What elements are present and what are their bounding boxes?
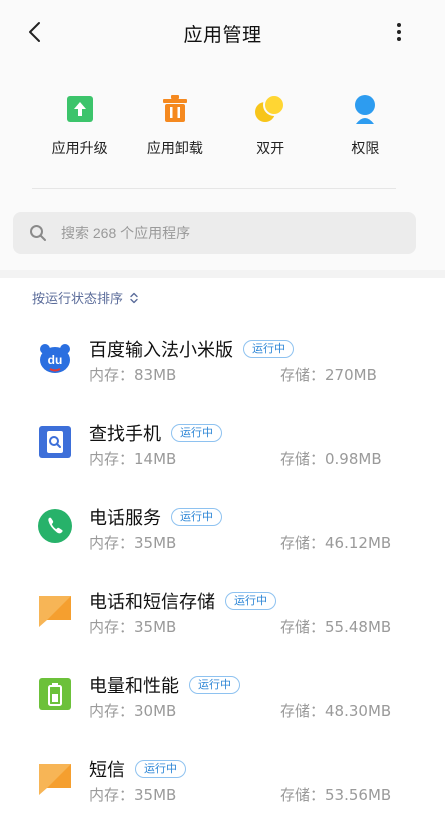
permission-icon [355,95,376,124]
sort-toggle[interactable]: 按运行状态排序 [32,288,139,307]
running-badge: 运行中 [243,340,294,358]
message-storage-icon [39,596,71,627]
app-row-message-storage[interactable]: 电话和短信存储 运行中 内存：35MB 存储：55.48MB [0,574,445,658]
memory-usage: 内存：35MB [89,618,177,636]
app-row-find-phone[interactable]: 查找手机 运行中 内存：14MB 存储：0.98MB [0,406,445,490]
app-row-baidu-input[interactable]: du 百度输入法小米版 运行中 内存：83MB 存储：270MB [0,322,445,406]
storage-usage: 存储：0.98MB [280,450,382,468]
app-name: 电话服务 [89,508,161,529]
search-icon [30,225,46,241]
dual-app-button[interactable]: 双开 [227,92,313,158]
upgrade-icon [66,96,93,122]
storage-usage: 存储：46.12MB [280,534,392,552]
running-badge: 运行中 [189,676,240,694]
phone-service-icon [38,509,72,543]
divider [32,188,396,189]
search-input[interactable] [61,212,401,254]
app-name: 短信 [89,760,125,781]
memory-usage: 内存：35MB [89,534,177,552]
svg-text:du: du [48,353,63,367]
sort-label: 按运行状态排序 [32,292,124,307]
app-list: du 百度输入法小米版 运行中 内存：83MB 存储：270MB 查找手机 运行… [0,322,445,826]
app-name: 百度输入法小米版 [89,340,233,361]
header-bar: 应用管理 [0,0,445,64]
app-row-sms[interactable]: 短信 运行中 内存：35MB 存储：53.56MB [0,742,445,826]
storage-usage: 存储：53.56MB [280,786,392,804]
upgrade-label: 应用升级 [51,141,108,157]
running-badge: 运行中 [171,508,222,526]
app-name: 电量和性能 [89,676,179,697]
search-box[interactable] [13,212,416,254]
memory-usage: 内存：30MB [89,702,177,720]
app-row-phone-service[interactable]: 电话服务 运行中 内存：35MB 存储：46.12MB [0,490,445,574]
uninstall-button[interactable]: 应用卸载 [132,92,218,158]
memory-usage: 内存：14MB [89,450,177,468]
running-badge: 运行中 [135,760,186,778]
app-name: 电话和短信存储 [89,592,215,613]
memory-usage: 内存：83MB [89,366,177,384]
storage-usage: 存储：55.48MB [280,618,392,636]
dual-app-icon [255,94,286,122]
more-options-icon[interactable] [393,20,405,44]
app-name: 查找手机 [89,424,161,445]
storage-usage: 存储：48.30MB [280,702,392,720]
permission-label: 权限 [351,141,380,157]
uninstall-label: 应用卸载 [146,141,203,157]
battery-icon [39,678,71,710]
trash-icon [162,95,187,122]
running-badge: 运行中 [225,592,276,610]
find-phone-icon [39,426,71,458]
sort-chevron-icon [130,292,138,303]
sms-icon [39,764,71,795]
quick-actions: 应用升级 应用卸载 双开 权限 [0,92,445,158]
baidu-input-icon: du [40,344,70,373]
upgrade-button[interactable]: 应用升级 [37,92,123,158]
permission-button[interactable]: 权限 [322,92,408,158]
top-section: 应用升级 应用卸载 双开 权限 [0,64,445,270]
section-separator [0,270,445,278]
app-row-battery[interactable]: 电量和性能 运行中 内存：30MB 存储：48.30MB [0,658,445,742]
dual-app-label: 双开 [256,141,285,157]
memory-usage: 内存：35MB [89,786,177,804]
storage-usage: 存储：270MB [280,366,377,384]
running-badge: 运行中 [171,424,222,442]
page-title: 应用管理 [183,24,262,46]
